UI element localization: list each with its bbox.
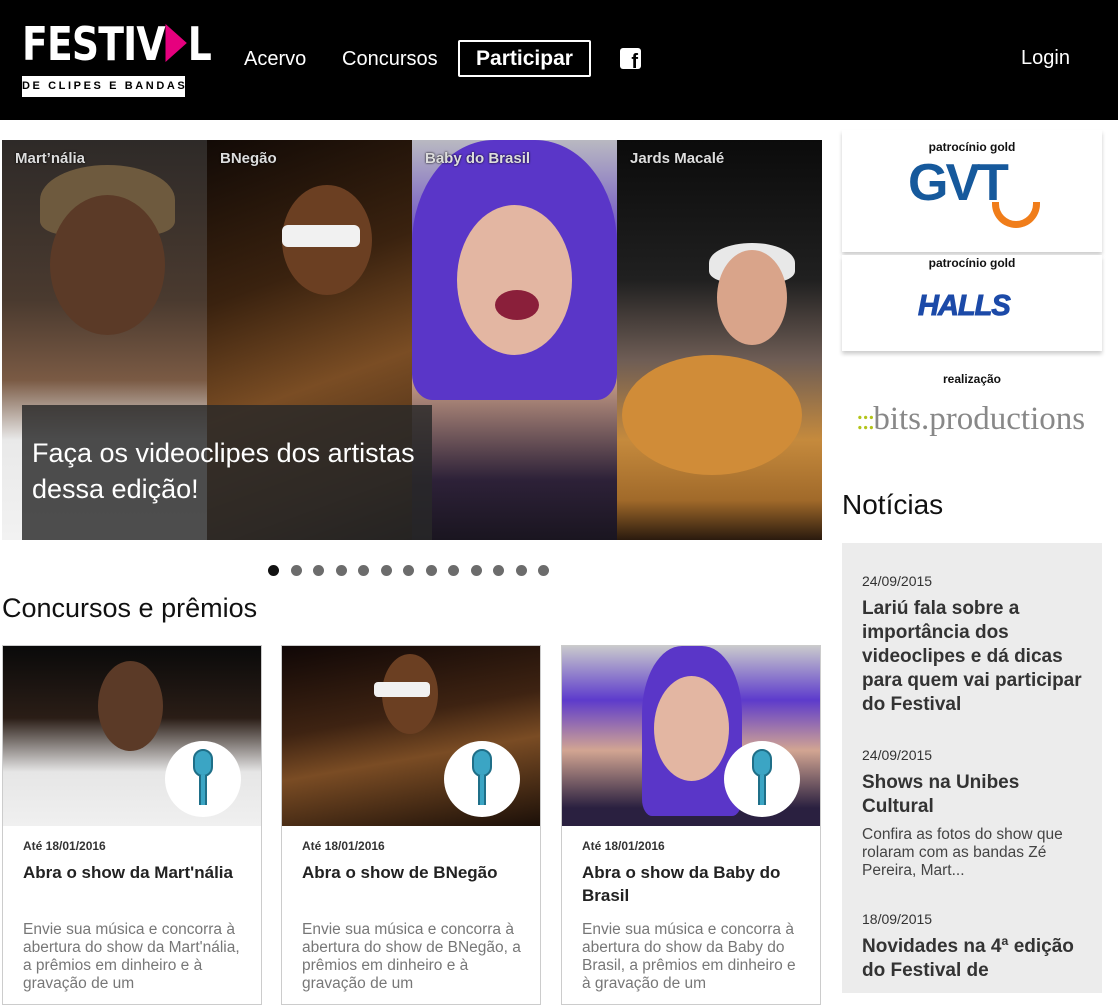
logo-wordmark: FESTIV L	[22, 17, 212, 71]
contest-title[interactable]: Abra o show da Mart'nália	[23, 861, 248, 884]
contest-deadline: Até 18/01/2016	[582, 839, 665, 853]
nav-concursos[interactable]: Concursos	[342, 46, 438, 72]
carousel-dot[interactable]	[470, 565, 482, 576]
contest-description: Envie sua música e concorra à abertura d…	[302, 921, 521, 992]
carousel-dot[interactable]	[538, 565, 549, 576]
news-panel: 24/09/2015 Lariú fala sobre a importânci…	[842, 543, 1102, 993]
carousel-dot[interactable]	[290, 565, 302, 576]
sunglasses-shape	[374, 682, 430, 697]
carousel-dot[interactable]	[335, 565, 347, 576]
artist-photo	[457, 205, 572, 355]
news-headline[interactable]: Lariú fala sobre a importância dos video…	[862, 597, 1087, 717]
carousel-panel-jards-macale[interactable]: Jards Macalé	[617, 140, 822, 540]
news-summary: Confira as fotos do show que rolaram com…	[862, 826, 1063, 879]
carousel-dot[interactable]	[493, 565, 504, 576]
contest-title[interactable]: Abra o show da Baby do Brasil	[582, 861, 807, 907]
panel-artist-name: Baby do Brasil	[425, 150, 531, 167]
contest-title[interactable]: Abra o show de BNegão	[302, 861, 527, 884]
carousel-dot[interactable]	[380, 565, 392, 576]
carousel-caption[interactable]: Faça os videoclipes dos artistas dessa e…	[22, 405, 432, 540]
carousel-dot[interactable]	[515, 565, 527, 576]
panel-artist-name: BNegão	[220, 150, 277, 167]
news-date: 24/09/2015	[862, 573, 933, 589]
sponsor-label: patrocínio gold	[928, 140, 1016, 154]
gvt-swoosh-icon	[992, 202, 1040, 228]
news-item[interactable]: 18/09/2015 Novidades na 4ª edição do Fes…	[862, 911, 1087, 983]
microphone-icon	[444, 741, 520, 817]
artist-photo	[717, 250, 787, 345]
contest-description: Envie sua música e concorra à abertura d…	[582, 921, 796, 992]
news-headline[interactable]: Novidades na 4ª edição do Festival de	[862, 935, 1087, 983]
contest-card-image[interactable]	[282, 646, 540, 826]
news-section-title: Notícias	[842, 489, 944, 520]
carousel-dots	[268, 565, 549, 577]
carousel-dot[interactable]	[403, 565, 414, 576]
artist-carousel[interactable]: Mart’nália BNegão Baby do Brasil Jards M…	[2, 140, 822, 540]
festival-logo[interactable]: FESTIV L DE CLIPES E BANDAS	[22, 16, 212, 98]
contests-section-title: Concursos e prêmios	[2, 593, 258, 623]
news-headline[interactable]: Shows na Unibes Cultural	[862, 771, 1087, 819]
carousel-dot[interactable]	[425, 565, 437, 576]
carousel-panel-baby-do-brasil[interactable]: Baby do Brasil	[412, 140, 617, 540]
contest-description: Envie sua música e concorra à abertura d…	[23, 921, 240, 992]
guitar-shape	[622, 355, 802, 475]
carousel-dot[interactable]	[358, 565, 369, 576]
news-item[interactable]: 24/09/2015 Lariú fala sobre a importânci…	[862, 573, 1087, 717]
contest-card-image[interactable]	[3, 646, 261, 826]
login-link[interactable]: Login	[1021, 45, 1070, 71]
panel-artist-name: Mart’nália	[15, 150, 86, 167]
contest-deadline: Até 18/01/2016	[302, 839, 385, 853]
sponsor-gvt[interactable]: patrocínio gold GVT	[842, 130, 1102, 252]
artist-photo	[50, 195, 165, 335]
carousel-dot[interactable]	[268, 565, 279, 576]
artist-photo	[654, 676, 729, 781]
news-date: 18/09/2015	[862, 911, 933, 927]
halls-logo: HALLS	[918, 290, 1012, 323]
artist-photo-mouth	[495, 290, 539, 320]
bits-dots-icon: :::	[856, 405, 875, 436]
logo-triangle-icon	[165, 24, 187, 62]
contest-card[interactable]: Até 18/01/2016 Abra o show da Mart'nália…	[2, 645, 262, 1005]
contest-card[interactable]: Até 18/01/2016 Abra o show de BNegão Env…	[281, 645, 541, 1005]
nav-acervo[interactable]: Acervo	[244, 46, 306, 72]
sunglasses-shape	[282, 225, 360, 247]
sponsor-label: realização	[942, 372, 1002, 386]
carousel-dot[interactable]	[448, 565, 459, 576]
facebook-icon[interactable]: f	[620, 48, 641, 72]
contest-card-image[interactable]	[562, 646, 820, 826]
site-header: FESTIV L DE CLIPES E BANDAS Acervo Concur…	[0, 0, 1118, 120]
sponsor-bits-productions[interactable]: realização :::bits.productions	[842, 362, 1102, 454]
bits-productions-logo: :::bits.productions	[856, 401, 1086, 437]
news-date: 24/09/2015	[862, 747, 933, 763]
news-item[interactable]: 24/09/2015 Shows na Unibes Cultural Conf…	[862, 747, 1087, 880]
participar-button[interactable]: Participar	[458, 40, 591, 77]
panel-artist-name: Jards Macalé	[630, 150, 725, 167]
contest-card[interactable]: Até 18/01/2016 Abra o show da Baby do Br…	[561, 645, 821, 1005]
carousel-dot[interactable]	[313, 565, 324, 576]
microphone-icon	[724, 741, 800, 817]
sponsor-halls[interactable]: patrocínio gold HALLS	[842, 255, 1102, 351]
contest-deadline: Até 18/01/2016	[23, 839, 106, 853]
carousel-caption-text: Faça os videoclipes dos artistas dessa e…	[32, 438, 415, 504]
microphone-icon	[165, 741, 241, 817]
artist-photo	[98, 661, 163, 751]
sponsor-label: patrocínio gold	[928, 256, 1016, 270]
logo-subtitle: DE CLIPES E BANDAS	[22, 76, 185, 97]
